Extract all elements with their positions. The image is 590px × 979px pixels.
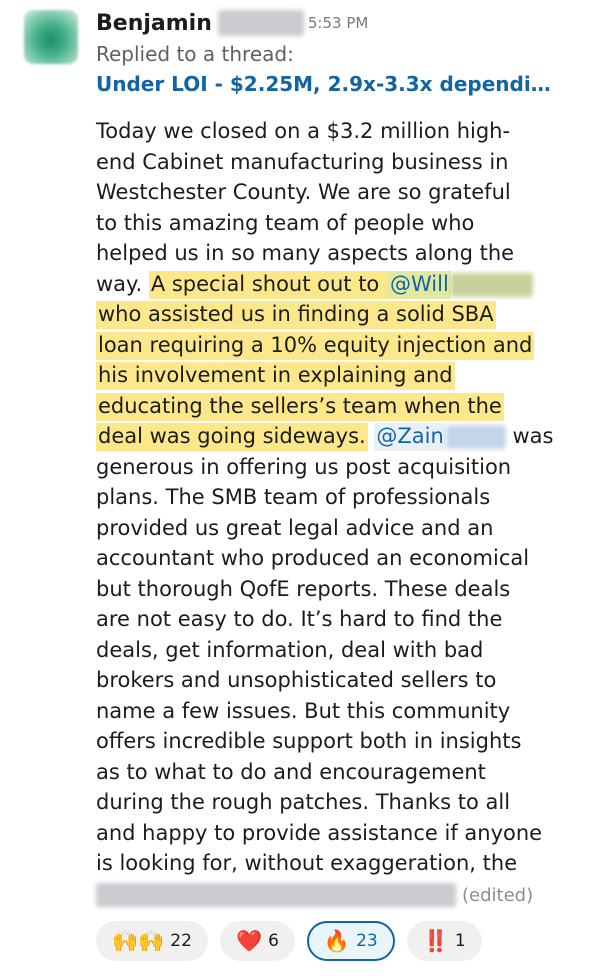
message-line: deals, get information, deal with bad — [96, 637, 484, 662]
reaction-double-exclamation[interactable]: ‼️ 1 — [406, 921, 482, 961]
timestamp[interactable]: 5:53 PM — [308, 14, 368, 32]
avatar[interactable] — [24, 10, 78, 64]
message-line: educating the sellers’s team when the — [96, 391, 564, 422]
message-line: are not easy to do. It’s hard to find th… — [96, 607, 503, 631]
reaction-raised-hands[interactable]: 🙌🙌 22 — [96, 921, 208, 961]
redacted-mention-surname — [450, 272, 533, 297]
message-line: deal was going sideways. @Zain was — [96, 421, 564, 452]
reaction-count: 22 — [170, 931, 192, 951]
highlighted-text: his involvement in explaining and — [96, 362, 455, 390]
message-line: to this amazing team of people who — [96, 210, 475, 235]
message-line: as to what to do and encouragement — [96, 759, 486, 784]
message-line: provided us great legal advice and an — [96, 515, 494, 540]
reaction-count: 6 — [268, 931, 279, 951]
message-line: Westchester County. We are so grateful — [96, 180, 511, 204]
message-text: was — [505, 424, 554, 448]
message-line: Today we closed on a $3.2 million high- — [96, 119, 511, 143]
highlighted-text: A special shout out to — [148, 270, 388, 299]
message-line: accountant who produced an economical — [96, 546, 530, 570]
highlighted-text: who assisted us in finding a solid SBA — [96, 301, 496, 329]
message-line: helped us in so many aspects along the — [96, 241, 515, 265]
reaction-heart[interactable]: ❤️ 6 — [219, 921, 295, 961]
raised-hands-icon: 🙌🙌 — [112, 928, 165, 953]
message-body: Today we closed on a $3.2 million high- … — [96, 116, 564, 909]
message-line: name a few issues. But this community — [96, 698, 511, 723]
mention-will[interactable]: @Will — [387, 270, 451, 299]
message-line: way. A special shout out to @Will — [96, 269, 564, 300]
message-line: offers incredible support both in insigh… — [96, 729, 522, 753]
reactions-bar: 🙌🙌 22 ❤️ 6 🔥 23 ‼️ 1 — [96, 921, 482, 967]
message-header: Benjamin 5:53 PM — [96, 6, 368, 40]
highlighted-text: educating the sellers’s team when the — [96, 392, 504, 421]
message-line: who assisted us in finding a solid SBA — [96, 299, 564, 330]
message-line: generous in offering us post acquisition — [96, 454, 512, 479]
message-line: and happy to provide assistance if anyon… — [96, 820, 543, 845]
edited-label: (edited) — [462, 884, 534, 906]
fire-icon: 🔥 — [323, 928, 351, 953]
double-exclamation-icon: ‼️ — [422, 928, 449, 953]
reaction-count: 1 — [454, 931, 466, 951]
thread-link[interactable]: Under LOI - $2.25M, 2.9x-3.3x dependi… — [96, 72, 566, 96]
highlighted-text: deal was going sideways. — [96, 423, 368, 451]
message-line: is looking for, without exaggeration, th… — [96, 851, 518, 875]
message-line: brokers and unsophisticated sellers to — [96, 668, 497, 692]
replied-label: Replied to a thread: — [96, 42, 294, 66]
message-text: way. — [96, 271, 149, 296]
reaction-count: 23 — [356, 931, 378, 951]
redacted-mention-surname — [445, 425, 506, 449]
author-name[interactable]: Benjamin — [96, 11, 212, 36]
message-line: during the rough patches. Thanks to all — [96, 790, 511, 814]
highlighted-text: loan requiring a 10% equity injection an… — [96, 331, 535, 360]
redacted-text — [96, 882, 456, 907]
message-line: his involvement in explaining and — [96, 360, 564, 391]
message-line: loan requiring a 10% equity injection an… — [96, 330, 564, 361]
heart-icon: ❤️ — [235, 928, 263, 953]
message-line: but thorough QofE reports. These deals — [96, 576, 511, 601]
message-line: plans. The SMB team of professionals — [96, 485, 491, 509]
redacted-surname — [217, 10, 304, 36]
mention-zain[interactable]: @Zain — [374, 423, 446, 451]
reaction-fire[interactable]: 🔥 23 — [306, 921, 395, 961]
message-line: end Cabinet manufacturing business in — [96, 149, 509, 174]
message-line: (edited) — [96, 879, 564, 910]
